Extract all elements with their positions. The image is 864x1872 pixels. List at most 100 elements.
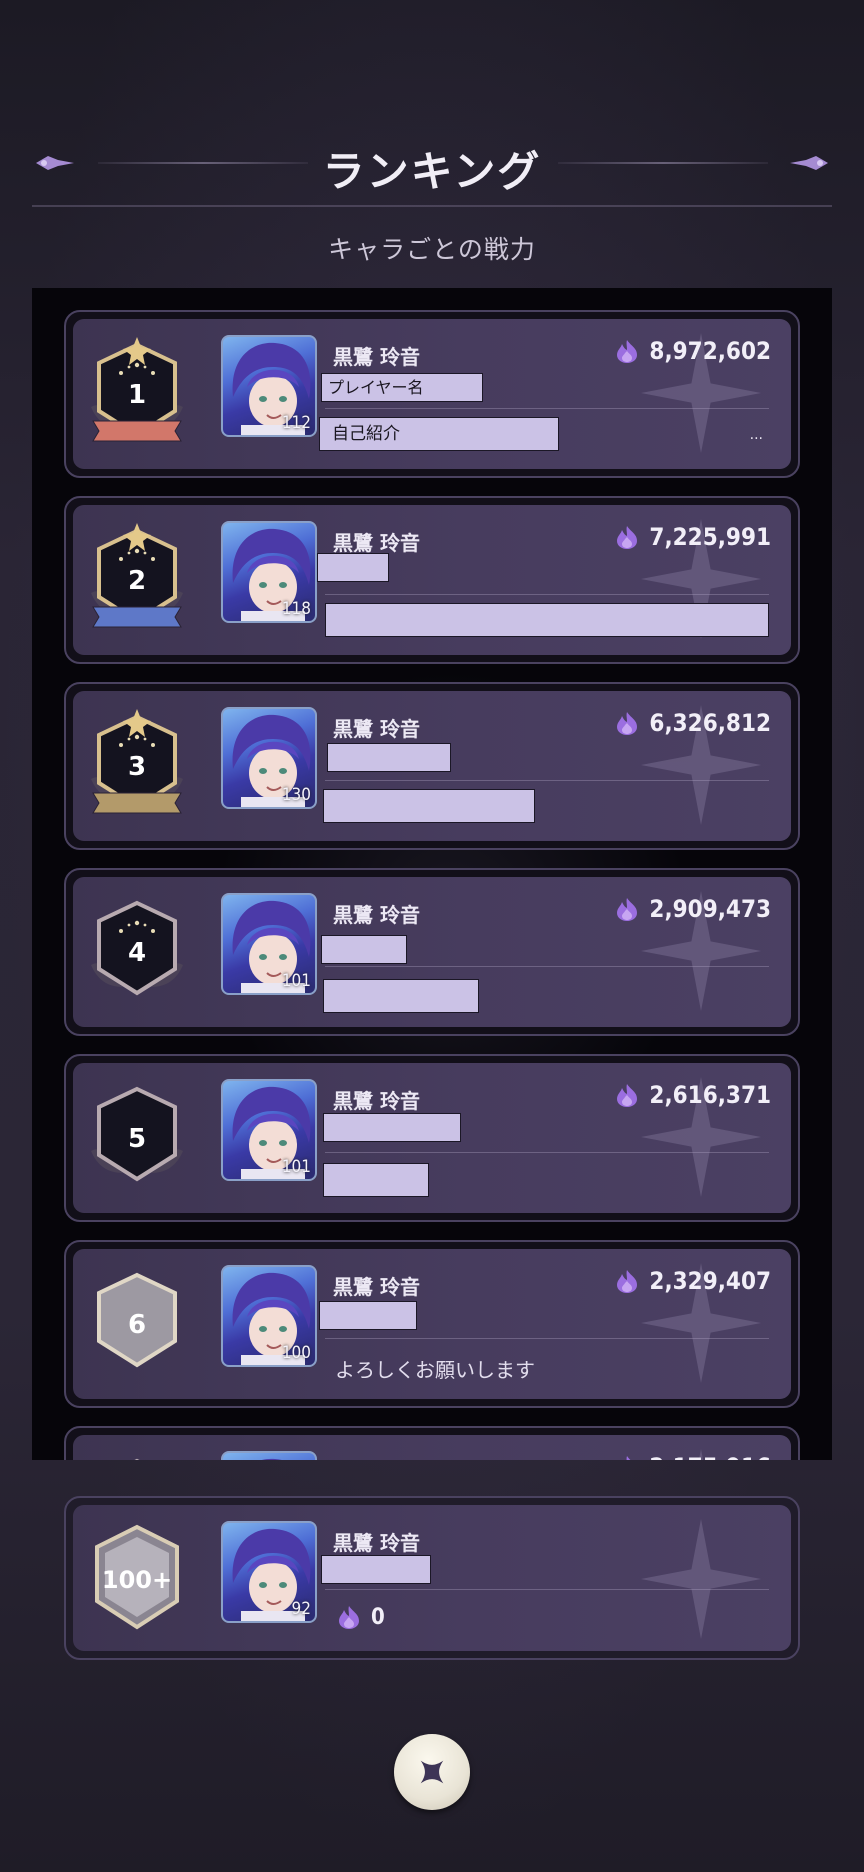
player-intro: よろしくお願いします [335, 1358, 535, 1382]
power: 2,329,407 [613, 1267, 771, 1295]
flame-icon [617, 712, 638, 735]
ranking-card-body: 5 101 黒鷺 玲音 2,616,371 [73, 1063, 791, 1213]
card-separator [325, 1152, 769, 1153]
rank-badge-icon: 5 [91, 1086, 183, 1182]
character-level: 100 [281, 1343, 311, 1363]
ranking-card-body: 1 112 黒鷺 玲音 8,972,602 プレイヤー名 自己紹介 ... [73, 319, 791, 469]
card-separator [325, 966, 769, 967]
rank-number: 6 [128, 1310, 146, 1340]
header-divider [32, 205, 832, 207]
ranking-card[interactable]: 7 黒鷺 玲音 2,175,916 [64, 1426, 800, 1460]
player-intro [325, 603, 769, 637]
ranking-card-body: 4 101 黒鷺 玲音 2,909,473 [73, 877, 791, 1027]
rank-badge-icon: 2 [91, 523, 183, 628]
ranking-card[interactable]: 3 130 黒鷺 玲音 6,326,812 [64, 682, 800, 850]
flame-icon [617, 340, 638, 363]
rank-number: 3 [128, 752, 146, 782]
character-avatar[interactable]: 130 [221, 707, 317, 809]
rank-badge-icon: 1 [91, 337, 183, 442]
character-portrait-icon [261, 1458, 282, 1460]
flame-icon [617, 526, 638, 549]
rank-badge-icon: 3 [91, 709, 183, 814]
power: 6,326,812 [613, 709, 771, 737]
rank-badge-icon: 100+ [95, 1524, 179, 1630]
header: ランキング [0, 130, 864, 210]
player-name [319, 1301, 417, 1330]
card-separator [325, 1338, 769, 1339]
rank-number: 1 [128, 380, 146, 410]
player-name [323, 1113, 461, 1142]
player-intro [323, 789, 535, 823]
ranking-card[interactable]: 4 101 黒鷺 玲音 2,909,473 [64, 868, 800, 1036]
power: 2,909,473 [613, 895, 771, 923]
character-level: 112 [281, 413, 311, 433]
ranking-list[interactable]: 1 112 黒鷺 玲音 8,972,602 プレイヤー名 自己紹介 ... 2 … [32, 288, 832, 1460]
character-name: 黒鷺 玲音 [333, 531, 420, 555]
own-card-body: 100+ 92 黒鷺 玲音 0 [73, 1505, 791, 1651]
ranking-card[interactable]: 5 101 黒鷺 玲音 2,616,371 [64, 1054, 800, 1222]
player-name [327, 743, 451, 772]
player-intro [323, 979, 479, 1013]
ranking-card-body: 7 黒鷺 玲音 2,175,916 [73, 1435, 791, 1460]
power: 7,225,991 [613, 523, 771, 551]
own-ranking-card[interactable]: 100+ 92 黒鷺 玲音 0 [64, 1496, 800, 1660]
flame-icon [622, 1456, 631, 1460]
flame-icon [339, 1606, 359, 1629]
power-value: 6,326,812 [649, 709, 771, 737]
sparkle-decoration-icon [641, 1519, 761, 1639]
own-power: 0 [335, 1603, 385, 1631]
category-subtitle[interactable]: キャラごとの戦力 [0, 230, 864, 266]
ranking-card[interactable]: 6 100 黒鷺 玲音 2,329,407 よろしくお願いします [64, 1240, 800, 1408]
ranking-card[interactable]: 2 118 黒鷺 玲音 7,225,991 [64, 496, 800, 664]
own-character-name: 黒鷺 玲音 [333, 1531, 420, 1555]
rank-badge-icon: 4 [91, 900, 183, 996]
ranking-card-body: 6 100 黒鷺 玲音 2,329,407 よろしくお願いします [73, 1249, 791, 1399]
character-avatar[interactable] [221, 1451, 317, 1460]
card-separator [325, 408, 769, 409]
title-line-right [558, 162, 768, 164]
card-separator [325, 594, 769, 595]
character-level: 101 [281, 971, 311, 991]
own-character-avatar[interactable]: 92 [221, 1521, 317, 1623]
player-intro: 自己紹介 [319, 417, 559, 451]
power-value: 2,329,407 [649, 1267, 771, 1295]
flame-icon [617, 1270, 638, 1293]
character-avatar[interactable]: 101 [221, 1079, 317, 1181]
character-name: 黒鷺 玲音 [333, 1275, 420, 1299]
own-power-value: 0 [371, 1604, 385, 1630]
character-avatar[interactable]: 112 [221, 335, 317, 437]
own-player-name [321, 1555, 431, 1584]
power-value: 8,972,602 [649, 337, 771, 365]
character-avatar[interactable]: 101 [221, 893, 317, 995]
star-close-icon [420, 1760, 444, 1784]
own-card-separator [325, 1589, 769, 1590]
power-value: 2,909,473 [649, 895, 771, 923]
character-name: 黒鷺 玲音 [333, 903, 420, 927]
more-indicator[interactable]: ... [750, 427, 763, 443]
character-name: 黒鷺 玲音 [333, 1089, 420, 1113]
rank-badge-icon: 7 [134, 1458, 140, 1460]
character-name: 黒鷺 玲音 [333, 345, 420, 369]
flame-icon [617, 898, 638, 921]
character-avatar[interactable]: 118 [221, 521, 317, 623]
rank-number: 2 [128, 566, 146, 596]
power-value: 7,225,991 [649, 523, 771, 551]
ranking-card-body: 2 118 黒鷺 玲音 7,225,991 [73, 505, 791, 655]
player-name [317, 553, 389, 582]
page-title: ランキング [322, 147, 542, 196]
own-rank-label: 100+ [102, 1566, 172, 1594]
ranking-card[interactable]: 1 112 黒鷺 玲音 8,972,602 プレイヤー名 自己紹介 ... [64, 310, 800, 478]
character-name: 黒鷺 玲音 [333, 1457, 420, 1460]
ornament-right-icon [790, 156, 828, 170]
character-level: 118 [281, 599, 311, 619]
power: 2,175,916 [613, 1453, 771, 1460]
rank-number: 4 [128, 938, 146, 968]
power: 8,972,602 [613, 337, 771, 365]
power: 2,616,371 [613, 1081, 771, 1109]
close-button[interactable] [394, 1734, 470, 1810]
own-character-level: 92 [291, 1599, 311, 1619]
card-separator [325, 780, 769, 781]
flame-icon [617, 1084, 638, 1107]
character-avatar[interactable]: 100 [221, 1265, 317, 1367]
ranking-card-body: 3 130 黒鷺 玲音 6,326,812 [73, 691, 791, 841]
